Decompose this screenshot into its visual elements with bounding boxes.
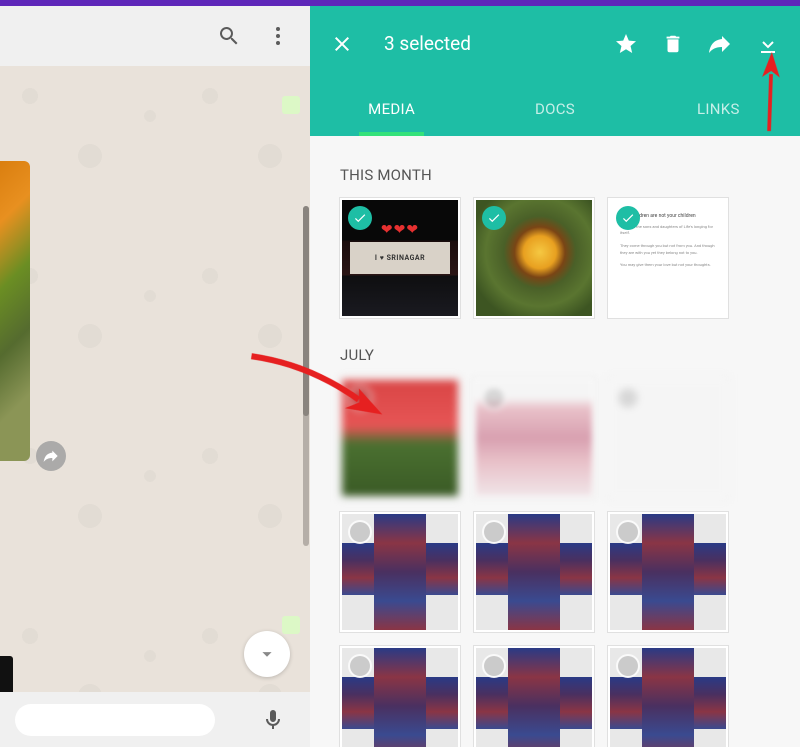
message-bubble[interactable] bbox=[282, 96, 300, 114]
media-thumbnail[interactable] bbox=[474, 198, 594, 318]
thumbnail-content: They are the sons and daughters of Life'… bbox=[620, 224, 716, 269]
message-input-bar bbox=[0, 692, 310, 747]
chat-panel bbox=[0, 6, 310, 747]
selection-check-icon[interactable] bbox=[482, 386, 506, 410]
selection-check-icon[interactable] bbox=[616, 386, 640, 410]
media-panel: 3 selected MEDIA DOCS LINKS bbox=[310, 6, 800, 747]
menu-icon[interactable] bbox=[266, 24, 290, 48]
search-icon[interactable] bbox=[217, 24, 241, 48]
selection-check-icon[interactable] bbox=[348, 206, 372, 230]
selection-check-icon[interactable] bbox=[482, 520, 506, 544]
selection-check-icon[interactable] bbox=[616, 654, 640, 678]
selection-check-icon[interactable] bbox=[616, 206, 640, 230]
media-thumbnail[interactable] bbox=[474, 512, 594, 632]
media-thumbnail[interactable] bbox=[608, 512, 728, 632]
scroll-down-button[interactable] bbox=[244, 631, 290, 677]
message-input[interactable] bbox=[15, 704, 215, 736]
chat-body bbox=[0, 66, 310, 747]
close-icon[interactable] bbox=[330, 32, 354, 56]
thumbnail-grid bbox=[340, 378, 770, 747]
media-header: 3 selected MEDIA DOCS LINKS bbox=[310, 6, 800, 136]
media-thumbnail[interactable] bbox=[340, 646, 460, 747]
chat-scrollbar-thumb[interactable] bbox=[303, 206, 309, 416]
media-thumbnail[interactable] bbox=[340, 512, 460, 632]
mic-icon[interactable] bbox=[261, 708, 285, 732]
forward-icon[interactable] bbox=[36, 441, 66, 471]
delete-icon[interactable] bbox=[662, 33, 684, 55]
section-header-this-month: THIS MONTH bbox=[340, 166, 770, 184]
media-tabs: MEDIA DOCS LINKS bbox=[310, 81, 800, 136]
selection-check-icon[interactable] bbox=[616, 520, 640, 544]
chat-header bbox=[0, 6, 310, 66]
star-icon[interactable] bbox=[614, 32, 638, 56]
media-thumbnail[interactable] bbox=[608, 646, 728, 747]
media-thumbnail[interactable]: Your children are not your children They… bbox=[608, 198, 728, 318]
thumbnail-grid: ❤❤❤ I ♥ SRINAGAR Your children are not y… bbox=[340, 198, 770, 318]
selection-check-icon[interactable] bbox=[348, 520, 372, 544]
selection-check-icon[interactable] bbox=[348, 654, 372, 678]
media-thumbnail[interactable] bbox=[340, 378, 460, 498]
media-thumbnail[interactable] bbox=[474, 646, 594, 747]
photo-message[interactable] bbox=[0, 161, 30, 461]
media-gallery[interactable]: THIS MONTH ❤❤❤ I ♥ SRINAGAR Your childre… bbox=[310, 136, 800, 747]
app-container: 3 selected MEDIA DOCS LINKS bbox=[0, 6, 800, 747]
tab-media[interactable]: MEDIA bbox=[310, 81, 473, 136]
thumbnail-content: I ♥ SRINAGAR bbox=[350, 242, 450, 274]
section-header-july: JULY bbox=[340, 346, 770, 364]
message-bubble[interactable] bbox=[282, 616, 300, 634]
forward-icon[interactable] bbox=[708, 32, 732, 56]
selection-check-icon[interactable] bbox=[482, 654, 506, 678]
download-icon[interactable] bbox=[756, 32, 780, 56]
selection-check-icon[interactable] bbox=[482, 206, 506, 230]
selection-count: 3 selected bbox=[384, 32, 590, 55]
media-thumbnail[interactable] bbox=[608, 378, 728, 498]
tab-links[interactable]: LINKS bbox=[637, 81, 800, 136]
selection-check-icon[interactable] bbox=[348, 386, 372, 410]
media-thumbnail[interactable] bbox=[474, 378, 594, 498]
media-thumbnail[interactable]: ❤❤❤ I ♥ SRINAGAR bbox=[340, 198, 460, 318]
selection-toolbar: 3 selected bbox=[310, 6, 800, 81]
tab-docs[interactable]: DOCS bbox=[473, 81, 636, 136]
